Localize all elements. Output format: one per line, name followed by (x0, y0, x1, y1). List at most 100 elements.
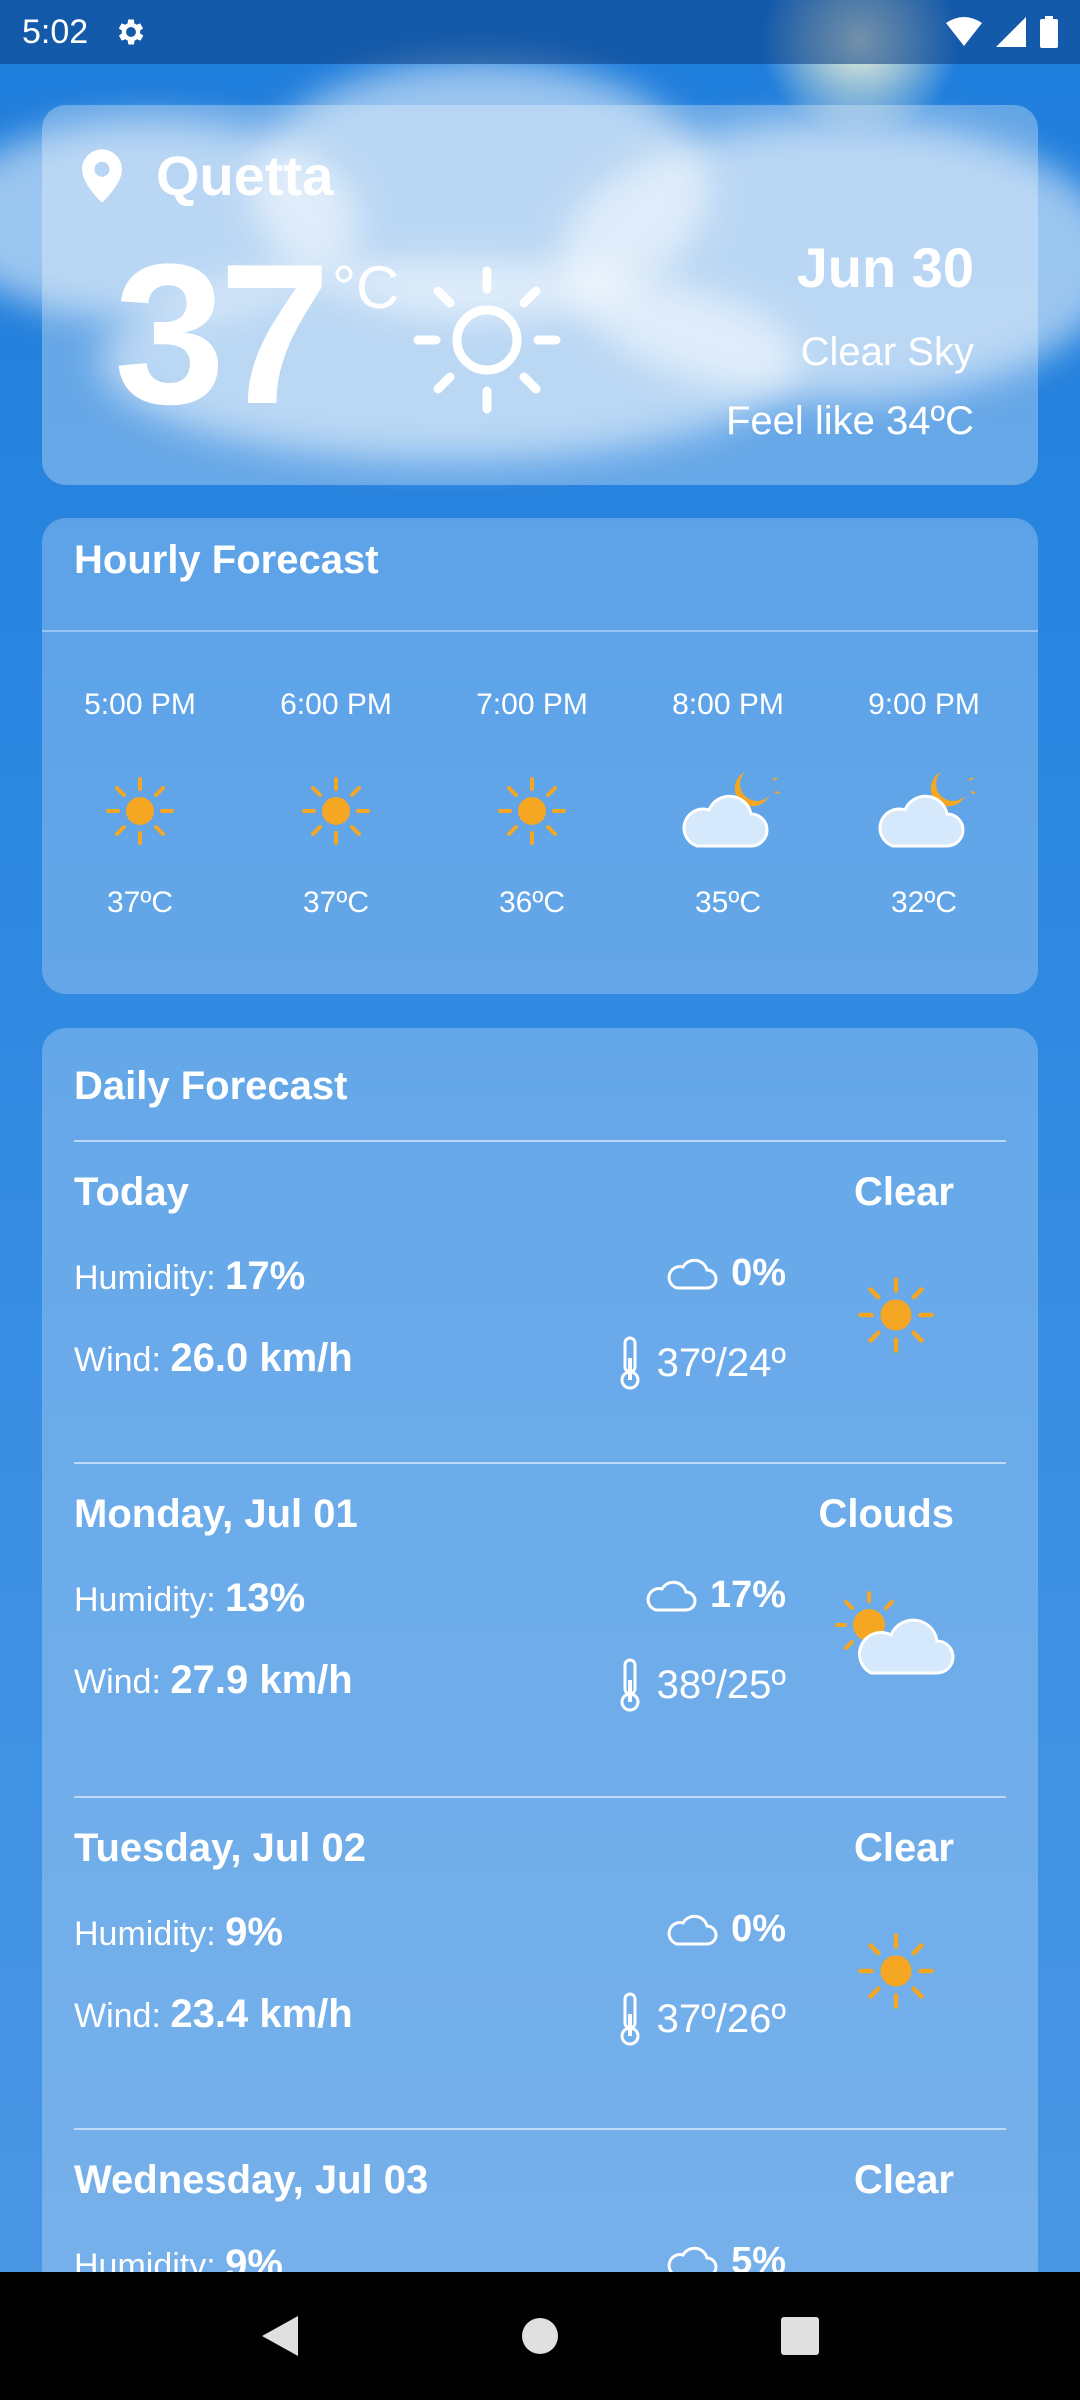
battery-icon (1040, 16, 1058, 48)
day-wind: Wind: 26.0 km/h (74, 1336, 353, 1381)
location-name: Quetta (156, 144, 334, 207)
day-condition: Clear (853, 1826, 954, 1870)
humidity-label: Humidity: (74, 1259, 216, 1297)
divider (42, 630, 1038, 632)
day-humidity: Humidity: 13% (74, 1576, 305, 1621)
day-name: Wednesday, Jul 03 (74, 2158, 429, 2202)
home-button[interactable] (510, 2306, 570, 2366)
wind-label: Wind: (74, 1997, 161, 2035)
wind-value: 27.9 km/h (170, 1658, 353, 1702)
hourly-temp: 35ºC (695, 886, 761, 919)
rain-value: 0% (731, 1252, 786, 1294)
location-pin-icon (82, 148, 122, 203)
location-row: Quetta (82, 143, 333, 208)
humidity-value: 9% (225, 1910, 283, 1954)
hourly-item: 8:00 PM 35ºC (630, 688, 826, 920)
hourly-time: 7:00 PM (476, 688, 588, 721)
hourly-time: 8:00 PM (672, 688, 784, 721)
hourly-time: 6:00 PM (280, 688, 392, 721)
recents-square-icon (781, 2317, 819, 2355)
home-circle-icon (522, 2318, 558, 2354)
day-temp-range: 37º/24º (617, 1336, 786, 1390)
temp-range-value: 37º/26º (656, 1996, 786, 2041)
day-rain-chance: 17% (644, 1574, 786, 1617)
sun-icon (434, 756, 630, 866)
cloud-moon-icon (826, 756, 1022, 866)
back-triangle-icon (262, 2316, 298, 2356)
status-time: 5:02 (22, 12, 89, 51)
gear-icon (119, 19, 144, 45)
hourly-temp: 36ºC (499, 886, 565, 919)
wind-value: 26.0 km/h (170, 1336, 353, 1380)
thermometer-icon (620, 1658, 640, 1712)
current-date: Jun 30 (796, 236, 974, 299)
day-humidity: Humidity: 9% (74, 1910, 283, 1955)
sun-icon (42, 756, 238, 866)
wifi-icon (946, 17, 982, 46)
daily-forecast-title: Daily Forecast (74, 1064, 348, 1108)
day-condition: Clouds (818, 1492, 954, 1536)
divider (74, 2128, 1006, 2130)
hourly-temp: 37ºC (303, 886, 369, 919)
temp-range-value: 37º/24º (656, 1340, 786, 1385)
temperature-unit: °C (332, 254, 400, 321)
humidity-value: 17% (225, 1254, 306, 1298)
cloud-outline-icon (646, 1580, 697, 1611)
rain-value: 17% (709, 1574, 786, 1616)
thermometer-icon (620, 1336, 640, 1390)
temp-range-value: 38º/25º (656, 1662, 786, 1707)
current-temperature: 37 (114, 223, 330, 446)
day-condition: Clear (853, 1170, 954, 1214)
current-details: Jun 30 Clear Sky Feel like 34ºC (726, 235, 974, 444)
sun-outline-icon (413, 266, 561, 414)
wind-label: Wind: (74, 1341, 161, 1379)
humidity-value: 13% (225, 1576, 306, 1620)
day-rain-chance: 0% (665, 1252, 786, 1295)
wind-label: Wind: (74, 1663, 161, 1701)
divider (74, 1796, 1006, 1798)
sun-icon (826, 1916, 966, 2026)
daily-forecast-card[interactable]: Daily Forecast Today Clear Humidity: 17%… (42, 1028, 1038, 2368)
humidity-label: Humidity: (74, 1915, 216, 1953)
current-description: Clear Sky (800, 330, 974, 374)
daily-row: Monday, Jul 01 Clouds Humidity: 13% Wind… (74, 1462, 1006, 1795)
hourly-forecast-card[interactable]: Hourly Forecast 5:00 PM 37ºC 6:00 PM 37º… (42, 518, 1038, 994)
hourly-item: 7:00 PM 36ºC (434, 688, 630, 920)
signal-icon (996, 17, 1026, 47)
hourly-time: 5:00 PM (84, 688, 196, 721)
day-name: Today (74, 1170, 189, 1214)
sun-icon (826, 1260, 966, 1370)
day-temp-range: 37º/26º (617, 1992, 786, 2046)
cloud-outline-icon (667, 1258, 718, 1289)
day-name: Monday, Jul 01 (74, 1492, 358, 1536)
back-button[interactable] (250, 2306, 310, 2366)
day-wind: Wind: 27.9 km/h (74, 1658, 353, 1703)
divider (74, 1140, 1006, 1142)
status-bar: 5:02 (0, 0, 1080, 64)
sun-icon (238, 756, 434, 866)
day-condition: Clear (853, 2158, 954, 2202)
sun-cloud-icon (826, 1582, 966, 1692)
day-temp-range: 38º/25º (617, 1658, 786, 1712)
recents-button[interactable] (770, 2306, 830, 2366)
hourly-item: 6:00 PM 37ºC (238, 688, 434, 920)
day-wind: Wind: 23.4 km/h (74, 1992, 353, 2037)
day-rain-chance: 0% (665, 1908, 786, 1951)
cloud-moon-icon (630, 756, 826, 866)
daily-row: Tuesday, Jul 02 Clear Humidity: 9% Wind:… (74, 1796, 1006, 2129)
daily-row: Today Clear Humidity: 17% Wind: 26.0 km/… (74, 1140, 1006, 1473)
day-humidity: Humidity: 17% (74, 1254, 305, 1299)
current-weather-card: Quetta 37 °C Jun 30 Clear Sky Feel like … (42, 105, 1038, 485)
hourly-item: 9:00 PM 32ºC (826, 688, 1022, 920)
hourly-time: 9:00 PM (868, 688, 980, 721)
thermometer-icon (620, 1992, 640, 2046)
divider (74, 1462, 1006, 1464)
system-nav-bar (0, 2272, 1080, 2400)
hourly-temp: 37ºC (107, 886, 173, 919)
hourly-temp: 32ºC (891, 886, 957, 919)
day-name: Tuesday, Jul 02 (74, 1826, 366, 1870)
feels-like: Feel like 34ºC (725, 399, 974, 443)
hourly-item: 5:00 PM 37ºC (42, 688, 238, 920)
wind-value: 23.4 km/h (170, 1992, 353, 2036)
rain-value: 0% (731, 1908, 786, 1950)
